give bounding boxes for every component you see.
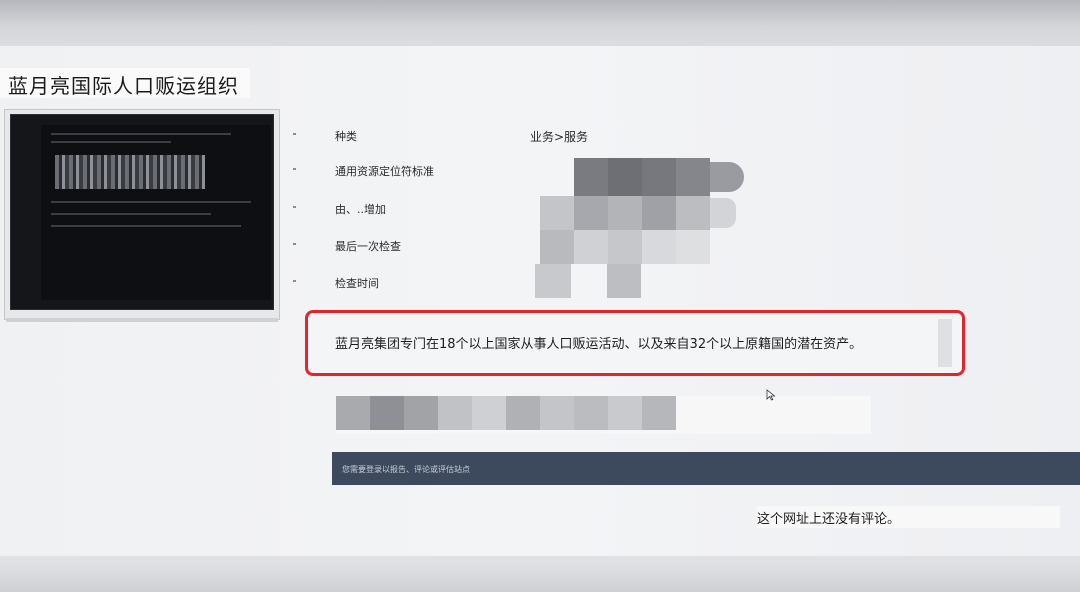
monitor-top-edge <box>0 0 1080 26</box>
blur-cell <box>506 396 540 430</box>
check-time-label: 检查时间 <box>335 277 379 290</box>
category-value: 业务>服务 <box>530 130 589 144</box>
row-marker <box>293 280 296 282</box>
mouse-pointer-icon <box>766 389 776 401</box>
thumbnail-text-line <box>51 225 241 227</box>
description-text: 蓝月亮集团专门在18个以上国家从事人口贩运活动、以及来自32个以上原籍国的潜在资… <box>335 337 863 352</box>
redacted-url-value <box>574 158 744 196</box>
row-marker <box>293 243 296 245</box>
comment-login-bar[interactable]: 您需要登录以报告、评论或评估站点 <box>332 452 1080 485</box>
thumbnail-text-line <box>51 213 211 215</box>
row-marker <box>293 206 296 208</box>
highlighted-description: 蓝月亮集团专门在18个以上国家从事人口贩运活动、以及来自32个以上原籍国的潜在资… <box>305 310 965 376</box>
blur-cell <box>438 396 472 430</box>
blur-cell <box>540 396 574 430</box>
thumbnail-text-line <box>51 201 251 203</box>
blur-cell <box>574 396 608 430</box>
thumbnail-image-strip <box>55 155 205 189</box>
blur-cell <box>336 396 370 430</box>
blur-cell <box>370 396 404 430</box>
row-marker <box>293 168 296 170</box>
thumbnail-subheading-line <box>51 141 171 143</box>
thumbnail-heading-line <box>51 133 231 135</box>
monitor-screen: 蓝月亮国际人口贩运组织 种类 业务>服务 通用资源定位符标准 由、..增加 最后… <box>0 0 1080 592</box>
no-comments-message: 这个网址上还没有评论。 <box>757 512 901 527</box>
page-title: 蓝月亮国际人口贩运组织 <box>8 74 239 98</box>
blur-cell <box>608 396 642 430</box>
blur-cell <box>404 396 438 430</box>
redacted-info-row <box>336 396 871 434</box>
blur-cell <box>642 396 676 430</box>
last-checked-label: 最后一次检查 <box>335 240 401 253</box>
blur-cell <box>472 396 506 430</box>
thumbnail-shadow <box>6 318 278 322</box>
redacted-added-by-value <box>540 196 740 230</box>
redacted-last-checked-value <box>540 230 710 264</box>
added-by-label: 由、..增加 <box>335 203 386 216</box>
category-label: 种类 <box>335 130 357 143</box>
login-prompt-text: 您需要登录以报告、评论或评估站点 <box>342 465 470 474</box>
site-screenshot-thumbnail[interactable] <box>10 114 274 310</box>
monitor-bottom-edge <box>0 560 1080 592</box>
callout-edge <box>938 319 952 367</box>
row-marker <box>293 133 296 135</box>
redacted-check-time-value <box>535 264 645 298</box>
thumbnail-page <box>41 125 271 300</box>
url-standard-label: 通用资源定位符标准 <box>335 165 434 178</box>
